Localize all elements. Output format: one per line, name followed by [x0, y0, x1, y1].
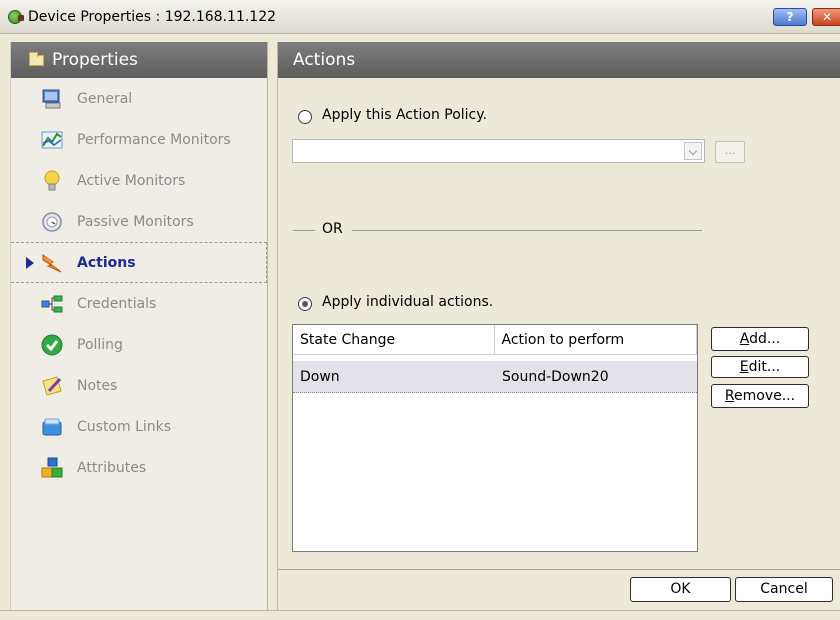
panel-splitter[interactable] — [267, 42, 278, 612]
sidebar-item-active-monitors[interactable]: Active Monitors — [11, 160, 267, 201]
apply-individual-label[interactable]: Apply individual actions. — [322, 294, 493, 310]
row-action-cell: Sound-Down20 — [502, 369, 609, 385]
sidebar-item-actions[interactable]: Actions — [11, 242, 267, 283]
note-pencil-icon — [42, 375, 62, 396]
sidebar-item-passive-monitors[interactable]: Passive Monitors — [11, 201, 267, 242]
column-action-to-perform[interactable]: Action to perform — [495, 325, 697, 354]
monitor-dial-icon — [42, 211, 62, 232]
action-policy-dropdown[interactable] — [292, 139, 705, 163]
sidebar-header-label: Properties — [52, 50, 138, 70]
or-label: OR — [322, 221, 343, 237]
sidebar-item-label: Performance Monitors — [77, 131, 231, 148]
selected-arrow-icon — [26, 257, 34, 269]
sidebar-item-label: Polling — [77, 336, 123, 353]
table-row[interactable]: Down Sound-Down20 — [293, 361, 697, 393]
remove-action-button-mnemonic: R — [724, 388, 735, 404]
add-action-button-label: dd... — [749, 331, 781, 347]
sidebar-item-custom-links[interactable]: Custom Links — [11, 406, 267, 447]
or-divider-right — [352, 230, 702, 231]
cancel-button[interactable]: Cancel — [735, 577, 833, 602]
edit-action-button-label: dit... — [748, 359, 781, 375]
chevron-down-icon[interactable] — [684, 142, 702, 160]
browse-policy-button[interactable]: ... — [715, 141, 745, 163]
lightbulb-icon — [44, 170, 60, 190]
close-button[interactable]: ✕ — [812, 8, 840, 26]
title-bar: Device Properties : 192.168.11.122 ? ✕ — [0, 0, 840, 34]
apply-policy-label[interactable]: Apply this Action Policy. — [322, 107, 487, 123]
sidebar-item-label: Attributes — [77, 459, 147, 476]
row-state-cell: Down — [300, 369, 340, 385]
help-button[interactable]: ? — [773, 8, 807, 26]
chart-icon — [41, 131, 63, 148]
window-title: Device Properties : 192.168.11.122 — [28, 9, 277, 25]
footer-divider — [278, 569, 840, 570]
window-frame-bottom — [0, 610, 840, 620]
edit-action-button-mnemonic: E — [739, 359, 749, 375]
apply-policy-radio[interactable] — [298, 110, 312, 124]
ok-button[interactable]: OK — [630, 577, 731, 602]
sidebar-nav: General Performance Monitors Active Moni… — [11, 78, 267, 488]
page-title: Actions — [278, 42, 840, 78]
sidebar-item-label: Notes — [77, 377, 118, 394]
lightning-icon — [42, 253, 62, 272]
sidebar-item-label: Custom Links — [77, 418, 172, 435]
computer-icon — [42, 89, 61, 108]
sidebar-item-credentials[interactable]: Credentials — [11, 283, 267, 324]
folder-link-icon — [42, 418, 62, 435]
table-header: State Change Action to perform — [293, 325, 697, 355]
add-action-button-mnemonic: A — [739, 331, 750, 347]
checkmark-icon — [41, 334, 63, 355]
sidebar-item-label: Actions — [77, 254, 136, 271]
sidebar-item-polling[interactable]: Polling — [11, 324, 267, 365]
column-state-change[interactable]: State Change — [293, 325, 495, 354]
sidebar-item-attributes[interactable]: Attributes — [11, 447, 267, 488]
sidebar-item-performance-monitors[interactable]: Performance Monitors — [11, 119, 267, 160]
blocks-icon — [41, 457, 63, 477]
or-divider-left — [293, 230, 315, 231]
folder-icon — [29, 51, 44, 66]
sidebar-item-label: Passive Monitors — [77, 213, 194, 230]
sidebar-item-label: Active Monitors — [77, 172, 186, 189]
remove-action-button[interactable]: Remove... — [711, 384, 809, 408]
sidebar-item-notes[interactable]: Notes — [11, 365, 267, 406]
properties-sidebar: Properties General Performance Monitors — [10, 42, 267, 612]
network-link-icon — [41, 295, 63, 312]
add-action-button[interactable]: Add... — [711, 327, 809, 351]
sidebar-item-label: General — [77, 90, 133, 107]
edit-action-button[interactable]: Edit... — [711, 356, 809, 378]
app-icon — [8, 10, 24, 24]
apply-individual-radio[interactable] — [298, 297, 312, 311]
remove-action-button-label: emove... — [734, 388, 796, 404]
sidebar-item-label: Credentials — [77, 295, 157, 312]
sidebar-item-general[interactable]: General — [11, 78, 267, 119]
actions-table[interactable]: State Change Action to perform Down Soun… — [292, 324, 698, 552]
sidebar-header: Properties — [11, 42, 267, 78]
